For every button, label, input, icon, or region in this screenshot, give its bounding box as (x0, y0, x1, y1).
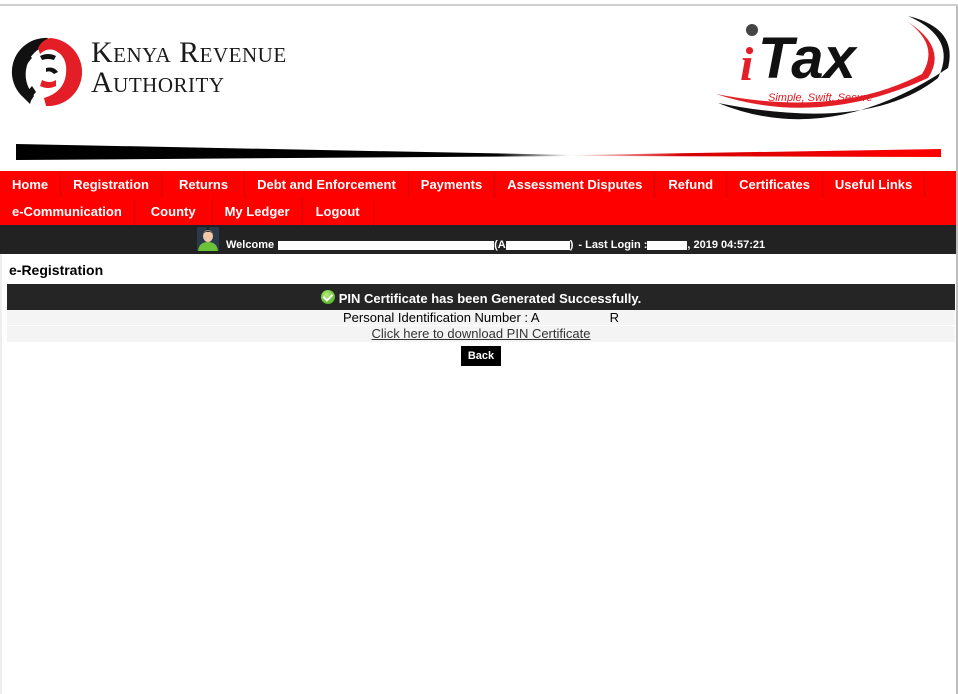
back-button[interactable]: Back (460, 346, 502, 366)
nav-debt-and-enforcement[interactable]: Debt and Enforcement (245, 171, 409, 198)
download-pin-certificate-link[interactable]: Click here to download PIN Certificate (372, 326, 591, 341)
kra-logo[interactable]: Kenya Revenue Authority (10, 30, 320, 120)
pin-label: Personal Identification Number : A (343, 310, 540, 325)
kra-name: Kenya Revenue Authority (91, 38, 287, 98)
nav-certificates[interactable]: Certificates (727, 171, 823, 198)
nav-my-ledger[interactable]: My Ledger (213, 198, 303, 225)
welcome-bar: Welcome (A ) - Last Login : , 2019 04:57… (0, 225, 956, 254)
pin-open: (A (494, 239, 506, 251)
lion-emblem-icon (11, 37, 83, 107)
nav-assessment-disputes[interactable]: Assessment Disputes (495, 171, 656, 198)
org-name-line2: Authority (91, 66, 225, 99)
welcome-label: Welcome (226, 239, 275, 251)
itax-i-letter: i (740, 38, 754, 91)
org-name-line1: Kenya Revenue (91, 36, 287, 69)
result-panel: PIN Certificate has been Generated Succe… (7, 284, 955, 366)
welcome-message: Welcome (A ) - Last Login : , 2019 04:57… (226, 239, 765, 251)
page-title: e-Registration (9, 262, 104, 278)
success-message: PIN Certificate has been Generated Succe… (338, 291, 642, 306)
nav-home[interactable]: Home (0, 171, 62, 198)
itax-logo[interactable]: Tax i Simple, Swift, Secure (708, 8, 958, 133)
nav-row-1: Home Registration Returns Debt and Enfor… (0, 171, 956, 198)
redacted-date (647, 240, 688, 250)
back-wrap: Back (7, 342, 955, 366)
download-row: Click here to download PIN Certificate (7, 326, 955, 342)
nav-logout[interactable]: Logout (303, 198, 374, 225)
pin-close: ) (569, 239, 574, 251)
last-login-value: , 2019 04:57:21 (687, 239, 766, 251)
nav-registration[interactable]: Registration (61, 171, 162, 198)
user-avatar-icon (197, 227, 219, 251)
nav-payments[interactable]: Payments (409, 171, 496, 198)
last-login-label: - Last Login : (578, 239, 648, 251)
nav-returns[interactable]: Returns (162, 171, 246, 198)
redacted-pin (505, 240, 570, 250)
redacted-username (278, 240, 495, 250)
nav-e-communication[interactable]: e-Communication (0, 198, 135, 225)
pin-suffix: R (609, 310, 619, 325)
site-header: Kenya Revenue Authority Tax i Simple, Sw… (0, 6, 956, 171)
nav-useful-links[interactable]: Useful Links (823, 171, 926, 198)
success-banner: PIN Certificate has been Generated Succe… (7, 284, 955, 310)
check-circle-icon (320, 290, 335, 304)
header-divider-swoosh (16, 144, 941, 160)
itax-dot-icon (746, 24, 758, 36)
nav-county[interactable]: County (135, 198, 213, 225)
nav-row-2: e-Communication County My Ledger Logout (0, 198, 956, 225)
pin-row: Personal Identification Number : A R (7, 310, 955, 326)
itax-tagline: Simple, Swift, Secure (768, 92, 873, 104)
main-navigation: Home Registration Returns Debt and Enfor… (0, 171, 956, 225)
page-left-border (0, 254, 2, 694)
nav-refund[interactable]: Refund (655, 171, 728, 198)
itax-wordmark: Tax (758, 26, 859, 91)
